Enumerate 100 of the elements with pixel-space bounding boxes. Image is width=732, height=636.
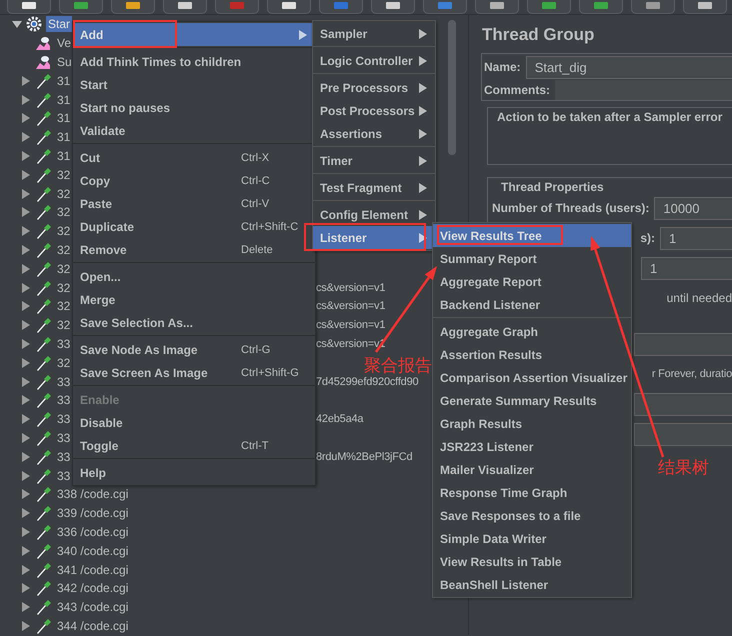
toolbar-button[interactable] — [111, 0, 155, 14]
menu-item[interactable]: Pre Processors — [313, 76, 435, 99]
menu-item[interactable]: Toggle Ctrl-T — [73, 434, 315, 457]
tree-node-label[interactable]: 32 — [55, 166, 72, 183]
menu-item[interactable]: Assertions — [313, 122, 435, 145]
tree-node-label[interactable]: 32 — [55, 242, 72, 258]
tree-node-label[interactable]: 340 /code.cgi — [55, 542, 130, 559]
menu-item[interactable]: Duplicate Ctrl+Shift-C — [73, 215, 315, 238]
menu-item[interactable]: Remove Delete — [73, 238, 315, 261]
tree-node-label[interactable]: 32 — [55, 204, 72, 220]
tree-node-label[interactable]: 31 — [55, 129, 72, 146]
tree-node-label[interactable]: 343 /code.cgi — [55, 599, 130, 616]
tree-node-label[interactable]: 31 — [55, 72, 72, 89]
tree-node-label[interactable]: 336 /code.cgi — [55, 524, 130, 540]
tree-node-label[interactable]: 32 — [55, 260, 72, 277]
tree-node-label[interactable]: 32 — [55, 186, 72, 202]
menu-item[interactable]: Cut Ctrl-X — [73, 146, 315, 169]
menu-item[interactable]: Sampler — [313, 22, 435, 45]
menu-item[interactable]: View Results in Table — [433, 550, 631, 573]
toolbar-button[interactable] — [683, 0, 727, 14]
text-field[interactable] — [634, 422, 732, 446]
expand-icon[interactable] — [21, 264, 31, 274]
menu-item[interactable]: Add — [73, 23, 315, 46]
tree-node-label[interactable]: 341 /code.cgi — [55, 562, 130, 578]
menu-item[interactable]: Timer — [313, 149, 435, 172]
menu-item[interactable]: Summary Report — [433, 247, 631, 270]
expand-icon[interactable] — [21, 546, 31, 556]
tree-node-label[interactable]: Star — [46, 16, 72, 32]
name-field[interactable]: Start_dig — [526, 56, 732, 78]
text-field[interactable]: 1 — [660, 226, 732, 250]
expand-icon[interactable] — [21, 207, 31, 218]
expand-icon[interactable] — [21, 602, 31, 612]
expand-icon[interactable] — [21, 489, 31, 500]
expand-icon[interactable] — [21, 414, 31, 424]
tree-node-label[interactable]: 32 — [55, 317, 72, 334]
tree-node-label[interactable]: 33 — [55, 336, 72, 352]
menu-item[interactable]: Add Think Times to children — [73, 50, 315, 73]
tree-node-label[interactable]: 32 — [55, 354, 72, 371]
tree-node-label[interactable]: 342 /code.cgi — [55, 580, 130, 596]
menu-item[interactable]: Post Processors — [313, 99, 435, 122]
menu-item[interactable]: Comparison Assertion Visualizer — [433, 366, 631, 389]
menu-item[interactable]: Listener — [313, 226, 435, 249]
toolbar-button[interactable] — [267, 0, 311, 14]
menu-item[interactable]: Help — [73, 461, 315, 484]
menu-item[interactable]: Aggregate Report — [433, 270, 631, 293]
tree-node-label[interactable]: 33 — [55, 374, 72, 390]
toolbar-button[interactable] — [579, 0, 623, 14]
menu-item[interactable]: Copy Ctrl-C — [73, 169, 315, 192]
menu-item[interactable]: Response Time Graph — [433, 481, 631, 504]
expand-icon[interactable] — [21, 113, 31, 124]
tree-node-label[interactable]: Ve — [55, 35, 74, 52]
expand-icon[interactable] — [21, 150, 31, 161]
menu-item[interactable]: Assertion Results — [433, 343, 631, 366]
menu-item[interactable]: Mailer Visualizer — [433, 458, 631, 481]
menu-item[interactable]: Start no pauses — [73, 96, 315, 119]
tree-node-label[interactable]: 338 /code.cgi — [55, 486, 130, 502]
expand-icon[interactable] — [21, 395, 31, 406]
tree-node-label[interactable]: 32 — [55, 223, 72, 240]
tree-node-label[interactable]: 32 — [55, 280, 72, 296]
expand-icon[interactable] — [21, 432, 31, 443]
tree-node-label[interactable]: 31 — [55, 148, 72, 164]
toolbar-button[interactable] — [59, 0, 103, 14]
menu-item[interactable]: Paste Ctrl-V — [73, 192, 315, 215]
text-field[interactable] — [634, 332, 732, 356]
tree-node-label[interactable]: 33 — [55, 430, 72, 446]
text-field[interactable]: 10000 — [654, 196, 732, 220]
menu-item[interactable]: Save Screen As Image Ctrl+Shift-G — [73, 361, 315, 384]
expand-icon[interactable] — [21, 76, 31, 86]
menu-item[interactable]: Logic Controller — [313, 49, 435, 72]
text-field[interactable] — [634, 392, 732, 416]
expand-icon[interactable] — [21, 188, 31, 199]
toolbar-button[interactable] — [7, 0, 51, 14]
scrollbar-thumb[interactable] — [448, 20, 456, 155]
menu-item[interactable]: Save Responses to a file — [433, 504, 631, 527]
tree-node-label[interactable]: 33 — [55, 411, 72, 428]
expand-icon[interactable] — [21, 338, 31, 349]
menu-item[interactable]: BeanShell Listener — [433, 573, 631, 596]
expand-icon[interactable] — [21, 170, 31, 180]
menu-item[interactable]: Generate Summary Results — [433, 389, 631, 412]
menu-item[interactable]: Open... — [73, 265, 315, 288]
menu-item[interactable]: Save Selection As... — [73, 311, 315, 334]
expand-icon[interactable] — [21, 358, 31, 368]
menu-item[interactable]: Disable — [73, 411, 315, 434]
tree-node-label[interactable]: 31 — [55, 92, 72, 108]
expand-icon[interactable] — [21, 526, 31, 537]
toolbar-button[interactable] — [475, 0, 519, 14]
menu-item[interactable]: Config Element — [313, 203, 435, 226]
tree-node-label[interactable]: 33 — [55, 392, 72, 408]
menu-item[interactable]: Validate — [73, 119, 315, 142]
tree-node-label[interactable]: Su — [55, 54, 74, 70]
menu-item[interactable]: Merge — [73, 288, 315, 311]
toolbar-button[interactable] — [527, 0, 571, 14]
comments-field[interactable] — [555, 80, 732, 100]
expand-icon[interactable] — [21, 301, 31, 312]
tree-node-label[interactable]: 33 — [55, 468, 72, 484]
expand-icon[interactable] — [21, 508, 31, 518]
expand-icon[interactable] — [21, 282, 31, 293]
menu-item[interactable]: Save Node As Image Ctrl-G — [73, 338, 315, 361]
expand-icon[interactable] — [21, 94, 31, 105]
menu-item[interactable]: JSR223 Listener — [433, 435, 631, 458]
